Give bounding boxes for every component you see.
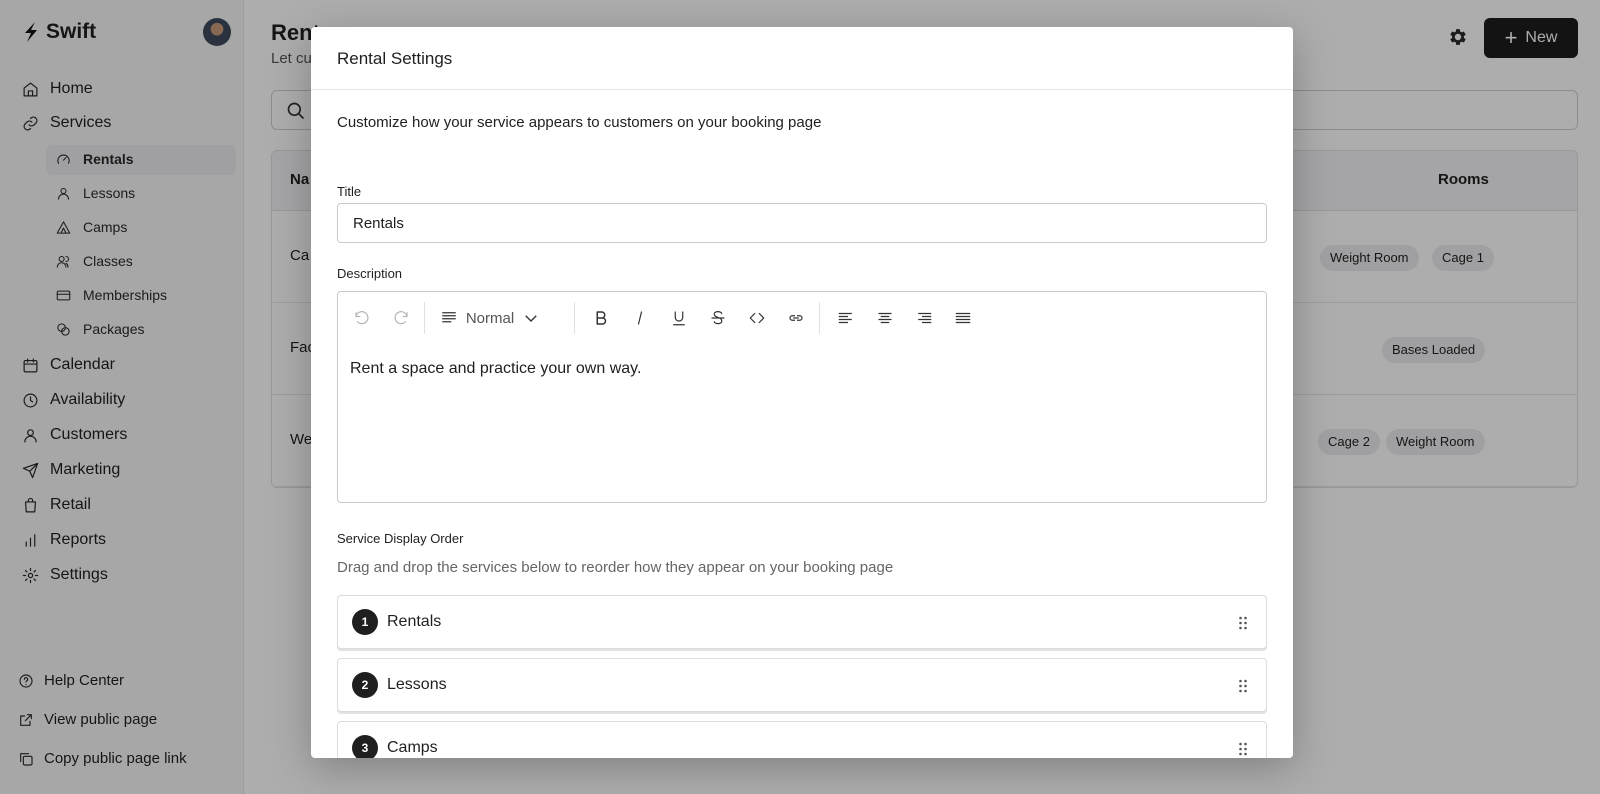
align-left-button[interactable] [834, 306, 858, 330]
strikethrough-button[interactable] [706, 306, 730, 330]
toolbar-divider [819, 302, 820, 334]
display-order-help: Drag and drop the services below to reor… [337, 559, 894, 576]
align-right-icon [918, 312, 932, 324]
bold-button[interactable] [589, 306, 613, 330]
drag-handle-icon[interactable] [1238, 741, 1248, 757]
order-list-item[interactable]: 3 Camps [337, 721, 1267, 758]
display-order-label: Service Display Order [337, 531, 464, 546]
description-editor: Normal Rent a space and practice your ow… [337, 291, 1267, 503]
code-icon [749, 312, 765, 324]
order-number-badge: 1 [352, 609, 378, 635]
title-label: Title [337, 184, 362, 199]
link-icon [789, 315, 803, 321]
redo-button[interactable] [389, 306, 413, 330]
italic-icon [637, 311, 643, 325]
order-item-name: Lessons [387, 676, 447, 693]
order-number-badge: 3 [352, 735, 378, 758]
format-select[interactable]: Normal [440, 304, 540, 332]
drag-handle-icon[interactable] [1238, 615, 1248, 631]
description-label: Description [337, 266, 403, 281]
bold-icon [596, 311, 607, 325]
format-select-value: Normal [465, 309, 515, 327]
align-justify-button[interactable] [951, 306, 975, 330]
drag-handle-icon[interactable] [1238, 678, 1248, 694]
undo-button[interactable] [350, 306, 374, 330]
strikethrough-icon [711, 311, 725, 325]
chevron-down-icon [525, 315, 537, 322]
redo-icon [394, 311, 408, 325]
order-item-name: Camps [387, 739, 438, 756]
toolbar-divider [574, 302, 575, 334]
order-item-name: Rentals [387, 613, 442, 630]
underline-button[interactable] [667, 306, 691, 330]
modal-title: Rental Settings [311, 27, 1293, 90]
editor-toolbar: Normal [338, 292, 1266, 344]
title-input[interactable]: Rentals [337, 203, 1267, 243]
italic-button[interactable] [628, 306, 652, 330]
align-left-icon [838, 312, 852, 324]
paragraph-icon [442, 312, 456, 323]
rental-settings-modal: Rental Settings Customize how your servi… [311, 27, 1293, 758]
underline-icon [673, 311, 685, 326]
toolbar-divider [424, 302, 425, 334]
align-center-icon [878, 312, 892, 324]
link-button[interactable] [784, 306, 808, 330]
align-center-button[interactable] [873, 306, 897, 330]
align-justify-icon [955, 312, 971, 324]
order-number-badge: 2 [352, 672, 378, 698]
modal-intro-text: Customize how your service appears to cu… [337, 114, 822, 131]
order-list-item[interactable]: 2 Lessons [337, 658, 1267, 712]
description-content[interactable]: Rent a space and practice your own way. [350, 360, 641, 378]
code-button[interactable] [745, 306, 769, 330]
order-list-item[interactable]: 1 Rentals [337, 595, 1267, 649]
align-right-button[interactable] [912, 306, 936, 330]
undo-icon [355, 311, 369, 325]
